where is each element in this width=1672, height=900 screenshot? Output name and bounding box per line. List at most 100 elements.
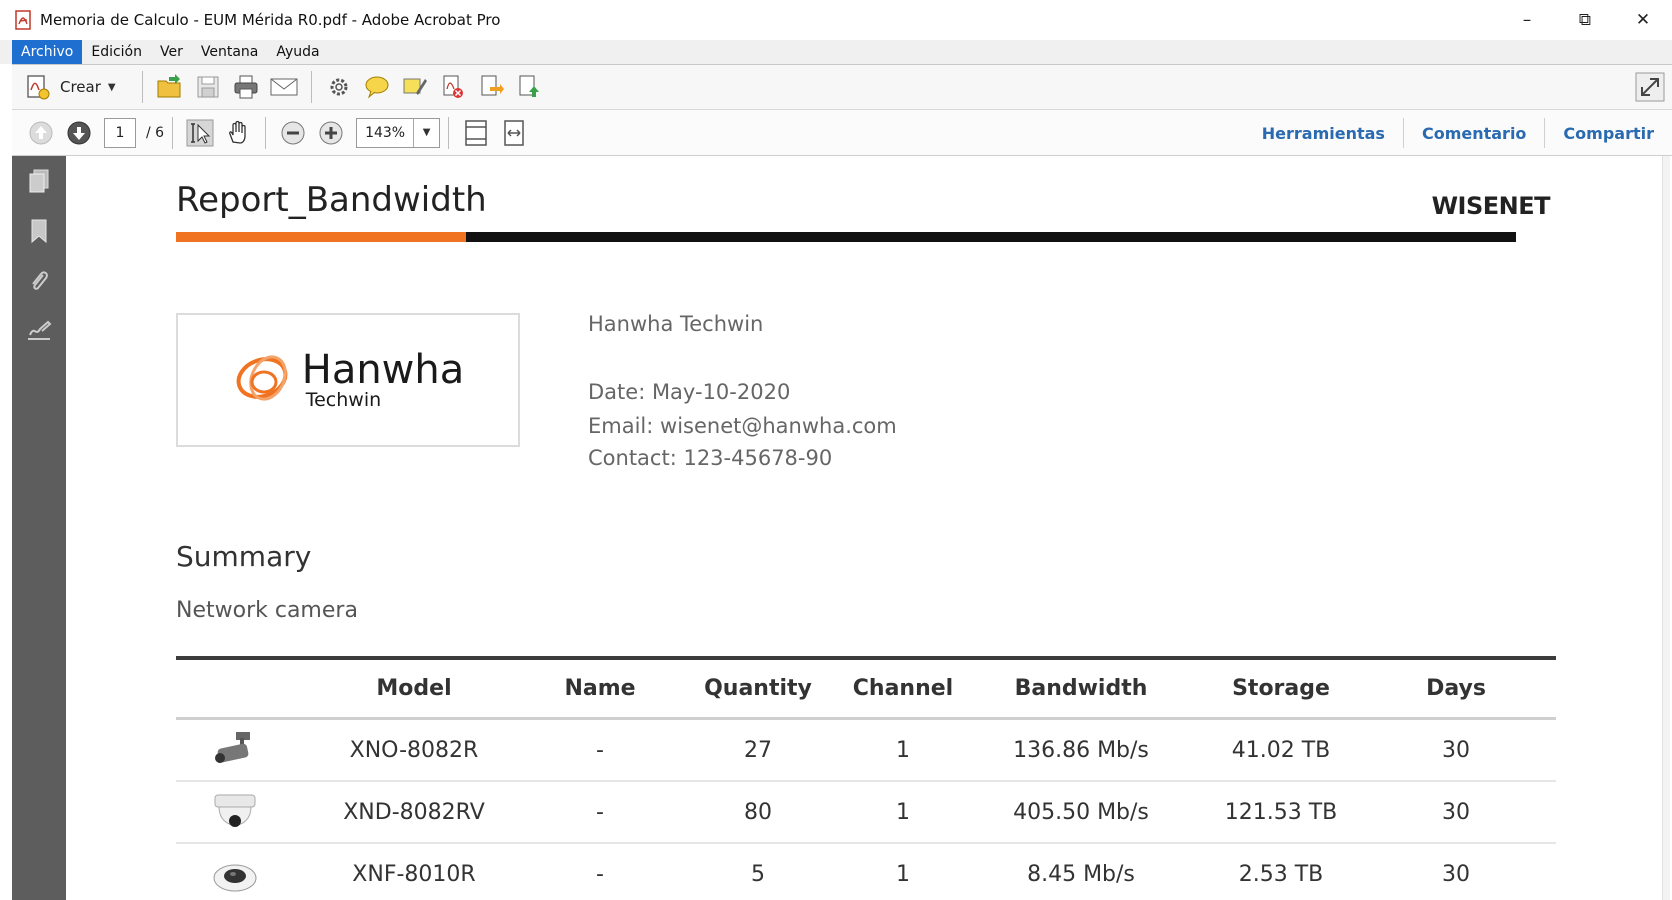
toolbar-divider xyxy=(172,116,174,149)
page-number-input[interactable]: 1 xyxy=(104,117,136,148)
camera-table: Model Name Quantity Channel Bandwidth St… xyxy=(176,656,1556,900)
crear-button[interactable]: Crear ▼ xyxy=(24,73,134,101)
minimize-button[interactable]: – xyxy=(1498,0,1556,40)
vertical-scrollbar[interactable] xyxy=(1662,156,1670,900)
arrow-up-circle-icon xyxy=(29,121,53,144)
printer-icon xyxy=(234,75,258,99)
close-button[interactable]: ✕ xyxy=(1614,0,1672,40)
cell-name: - xyxy=(596,737,604,763)
wisenet-logo: WISENET xyxy=(1431,192,1551,220)
hand-icon xyxy=(229,120,246,144)
print-button[interactable] xyxy=(227,70,265,104)
plus-circle-icon xyxy=(319,121,343,144)
export-pdf-button[interactable] xyxy=(472,70,510,104)
zoom-out-button[interactable] xyxy=(274,116,312,150)
header-channel: Channel xyxy=(852,676,954,701)
zoom-value: 143% xyxy=(365,124,406,141)
tab-comentario[interactable]: Comentario xyxy=(1402,118,1544,148)
envelope-icon xyxy=(270,78,298,96)
cell-storage: 41.02 TB xyxy=(1231,737,1331,763)
crear-label: Crear xyxy=(60,78,101,96)
navigation-pane xyxy=(12,156,66,900)
table-header-row: Model Name Quantity Channel Bandwidth St… xyxy=(176,660,1556,720)
menu-archivo[interactable]: Archivo xyxy=(12,40,83,64)
tab-herramientas[interactable]: Herramientas xyxy=(1244,118,1403,148)
toolbar-divider xyxy=(141,71,143,103)
highlight-button[interactable] xyxy=(396,70,434,104)
toolbar-divider xyxy=(448,116,450,149)
company-logo: Hanwha Techwin xyxy=(176,313,520,447)
cell-model: XND-8082RV xyxy=(343,799,485,825)
menu-ventana[interactable]: Ventana xyxy=(192,40,268,64)
menu-edicion[interactable]: Edición xyxy=(82,40,151,64)
menu-ayuda[interactable]: Ayuda xyxy=(267,40,328,64)
hanwha-swirl-icon xyxy=(236,355,288,401)
section-subtitle: Network camera xyxy=(176,598,358,623)
header-rule xyxy=(466,232,1516,242)
bookmark-icon xyxy=(31,219,47,244)
chevron-down-icon[interactable]: ▼ xyxy=(413,118,439,147)
title-bar: Memoria de Calculo - EUM Mérida R0.pdf -… xyxy=(0,0,1672,40)
pages-icon xyxy=(29,169,49,193)
logo-wordmark: Hanwha Techwin xyxy=(302,350,465,410)
email-button[interactable] xyxy=(265,70,303,104)
pdf-export-icon xyxy=(481,75,504,96)
previous-page-button[interactable] xyxy=(22,116,60,150)
cell-model: XNF-8010R xyxy=(352,861,476,887)
navigation-toolbar: 1 / 6 143% ▼ Herramientas Comentario Com… xyxy=(12,110,1672,156)
page-thumbnails-button[interactable] xyxy=(24,166,54,196)
save-icon xyxy=(197,76,219,98)
settings-button[interactable] xyxy=(320,70,358,104)
cell-channel: 1 xyxy=(896,737,910,763)
zoom-select[interactable]: 143% ▼ xyxy=(356,117,441,148)
open-folder-icon xyxy=(157,74,181,98)
tab-compartir[interactable]: Compartir xyxy=(1544,118,1672,148)
sign-pdf-button[interactable] xyxy=(510,70,548,104)
contact-email: Email: wisenet@hanwha.com xyxy=(588,414,897,438)
toolbar-divider xyxy=(265,116,267,149)
fit-width-button[interactable] xyxy=(495,116,533,150)
cell-days: 30 xyxy=(1442,737,1470,763)
cell-bandwidth: 405.50 Mb/s xyxy=(1013,799,1149,825)
next-page-button[interactable] xyxy=(60,116,98,150)
header-quantity: Quantity xyxy=(704,676,812,701)
logo-sub-text: Techwin xyxy=(305,389,382,411)
save-button[interactable] xyxy=(189,70,227,104)
attachments-button[interactable] xyxy=(24,266,54,296)
menu-ver[interactable]: Ver xyxy=(151,40,192,64)
company-name: Hanwha Techwin xyxy=(588,312,764,336)
restore-button[interactable]: ⧉ xyxy=(1556,0,1614,40)
summary-heading: Summary xyxy=(176,540,312,573)
paperclip-icon xyxy=(32,271,48,290)
hand-tool-button[interactable] xyxy=(219,116,257,150)
logo-main-text: Hanwha xyxy=(301,347,465,393)
cell-name: - xyxy=(596,799,604,825)
open-button[interactable] xyxy=(151,70,189,104)
table-row: XNO-8082R - 27 1 136.86 Mb/s 41.02 TB 30 xyxy=(176,720,1556,782)
signatures-button[interactable] xyxy=(24,316,54,346)
contact-phone: Contact: 123-45678-90 xyxy=(588,446,833,470)
header-name: Name xyxy=(564,676,636,701)
report-date: Date: May-10-2020 xyxy=(588,380,791,404)
window-controls: – ⧉ ✕ xyxy=(1498,0,1672,40)
comment-button[interactable] xyxy=(358,70,396,104)
toolbar-divider xyxy=(310,71,312,103)
fit-page-button[interactable] xyxy=(457,116,495,150)
table-row: XNF-8010R - 5 1 8.45 Mb/s 2.53 TB 30 xyxy=(176,844,1556,900)
header-model: Model xyxy=(376,676,452,701)
select-tool-button[interactable] xyxy=(181,116,219,150)
pdf-sign-icon xyxy=(519,75,539,97)
cell-quantity: 5 xyxy=(751,861,765,887)
gear-icon xyxy=(330,78,348,96)
page-total: / 6 xyxy=(146,124,165,141)
expand-icon[interactable] xyxy=(1634,71,1666,103)
bookmarks-button[interactable] xyxy=(24,216,54,246)
header-storage: Storage xyxy=(1232,676,1330,701)
remove-pdf-button[interactable] xyxy=(434,70,472,104)
table-row: XND-8082RV - 80 1 405.50 Mb/s 121.53 TB … xyxy=(176,782,1556,844)
dome-camera-icon xyxy=(176,791,294,833)
cell-storage: 121.53 TB xyxy=(1224,799,1338,825)
pdf-delete-icon xyxy=(443,75,463,98)
zoom-in-button[interactable] xyxy=(312,116,350,150)
cell-days: 30 xyxy=(1442,861,1470,887)
